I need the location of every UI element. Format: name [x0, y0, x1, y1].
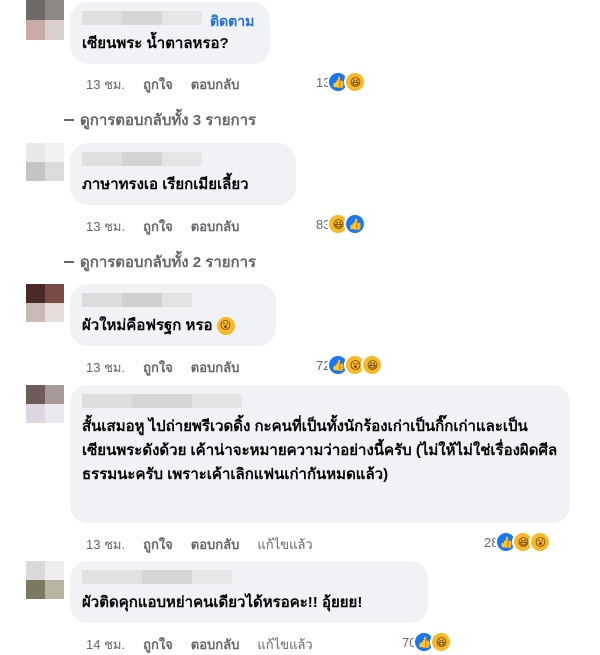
reply-button[interactable]: ตอบกลับ	[191, 634, 240, 655]
reply-button[interactable]: ตอบกลับ	[191, 74, 240, 95]
comment-text: ภาษาทรงเอ เรียกเมียเลี้ยว	[82, 176, 249, 193]
comment-text: ผัวใหม่คือฟรฐก หรอ 😮	[82, 314, 264, 337]
haha-emoji-icon: 😆	[344, 71, 367, 93]
view-replies-link[interactable]: ดูการตอบกลับทั้ง 2 รายการ	[64, 250, 256, 274]
edited-label: แก้ไขแล้ว	[257, 537, 313, 552]
reaction-summary[interactable]: 72 👍 😮 😆	[316, 354, 384, 376]
haha-emoji-icon: 😆	[430, 631, 453, 653]
comment-actions: 13 ชม. ถูกใจ ตอบกลับ	[86, 357, 257, 378]
comment-actions: 14 ชม. ถูกใจ ตอบกลับ แก้ไขแล้ว	[86, 634, 331, 655]
comment-time[interactable]: 13 ชม.	[86, 357, 125, 378]
comment-bubble: ผัวติดคุกแอบหย่าคนเดียวได้หรอคะ!! อุ้ยยย…	[70, 561, 428, 623]
comment-bubble: ผัวใหม่คือฟรฐก หรอ 😮	[70, 284, 276, 346]
comment-time[interactable]: 13 ชม.	[86, 216, 125, 237]
comment-time[interactable]: 13 ชม.	[86, 534, 125, 555]
thumbs-up-icon: 👍	[344, 213, 367, 235]
comment-bubble: ภาษาทรงเอ เรียกเมียเลี้ยว	[70, 143, 296, 205]
reaction-summary[interactable]: 70 👍 😆	[402, 631, 453, 653]
like-button[interactable]: ถูกใจ	[143, 534, 173, 555]
haha-emoji-icon: 😆	[361, 354, 384, 376]
comment-actions: 13 ชม. ถูกใจ ตอบกลับ	[86, 74, 257, 95]
commenter-name[interactable]	[82, 292, 264, 308]
comment-bubble: สั้นเสมอหู ไปถ่ายพรีเวดดิ้ง กะคนที่เป็นท…	[70, 385, 570, 523]
wow-emoji-icon: 😮	[216, 317, 235, 336]
avatar[interactable]	[26, 143, 64, 181]
edited-label: แก้ไขแล้ว	[257, 637, 313, 652]
comment-time[interactable]: 13 ชม.	[86, 74, 125, 95]
like-button[interactable]: ถูกใจ	[143, 357, 173, 378]
follow-link[interactable]: ติดตาม	[210, 11, 254, 29]
reply-button[interactable]: ตอบกลับ	[191, 216, 240, 237]
avatar[interactable]	[26, 0, 64, 40]
like-button[interactable]: ถูกใจ	[143, 634, 173, 655]
avatar[interactable]	[26, 561, 64, 599]
commenter-name[interactable]	[82, 151, 284, 167]
comment-text: ผัวติดคุกแอบหย่าคนเดียวได้หรอคะ!! อุ้ยยย…	[82, 594, 363, 611]
commenter-name[interactable]	[82, 393, 558, 409]
comment-text: สั้นเสมอหู ไปถ่ายพรีเวดดิ้ง กะคนที่เป็นท…	[82, 418, 558, 483]
view-replies-label: ดูการตอบกลับทั้ง 2 รายการ	[80, 254, 257, 271]
like-button[interactable]: ถูกใจ	[143, 216, 173, 237]
commenter-name[interactable]: ติดตาม	[82, 10, 258, 29]
reaction-summary[interactable]: 28 👍 😆 😮	[484, 531, 552, 553]
comment-bubble: ติดตาม เซียนพระ น้ำตาลหรอ?	[70, 2, 270, 64]
commenter-name[interactable]	[82, 569, 416, 585]
reply-button[interactable]: ตอบกลับ	[191, 357, 240, 378]
wow-emoji-icon: 😮	[529, 531, 552, 553]
avatar[interactable]	[26, 385, 64, 423]
reply-button[interactable]: ตอบกลับ	[191, 534, 240, 555]
comment-actions: 13 ชม. ถูกใจ ตอบกลับ	[86, 216, 257, 237]
comment-actions: 13 ชม. ถูกใจ ตอบกลับ แก้ไขแล้ว	[86, 534, 331, 555]
comment-text: เซียนพระ น้ำตาลหรอ?	[82, 35, 229, 52]
like-button[interactable]: ถูกใจ	[143, 74, 173, 95]
view-replies-link[interactable]: ดูการตอบกลับทั้ง 3 รายการ	[64, 108, 256, 132]
reaction-summary[interactable]: 83 😆 👍	[316, 213, 367, 235]
reply-line	[64, 119, 74, 121]
comment-text-content: ผัวใหม่คือฟรฐก หรอ	[82, 317, 213, 334]
reply-line	[64, 261, 74, 263]
reaction-summary[interactable]: 13 👍 😆	[316, 71, 367, 93]
avatar[interactable]	[26, 284, 64, 322]
comment-time[interactable]: 14 ชม.	[86, 634, 125, 655]
view-replies-label: ดูการตอบกลับทั้ง 3 รายการ	[80, 112, 257, 129]
